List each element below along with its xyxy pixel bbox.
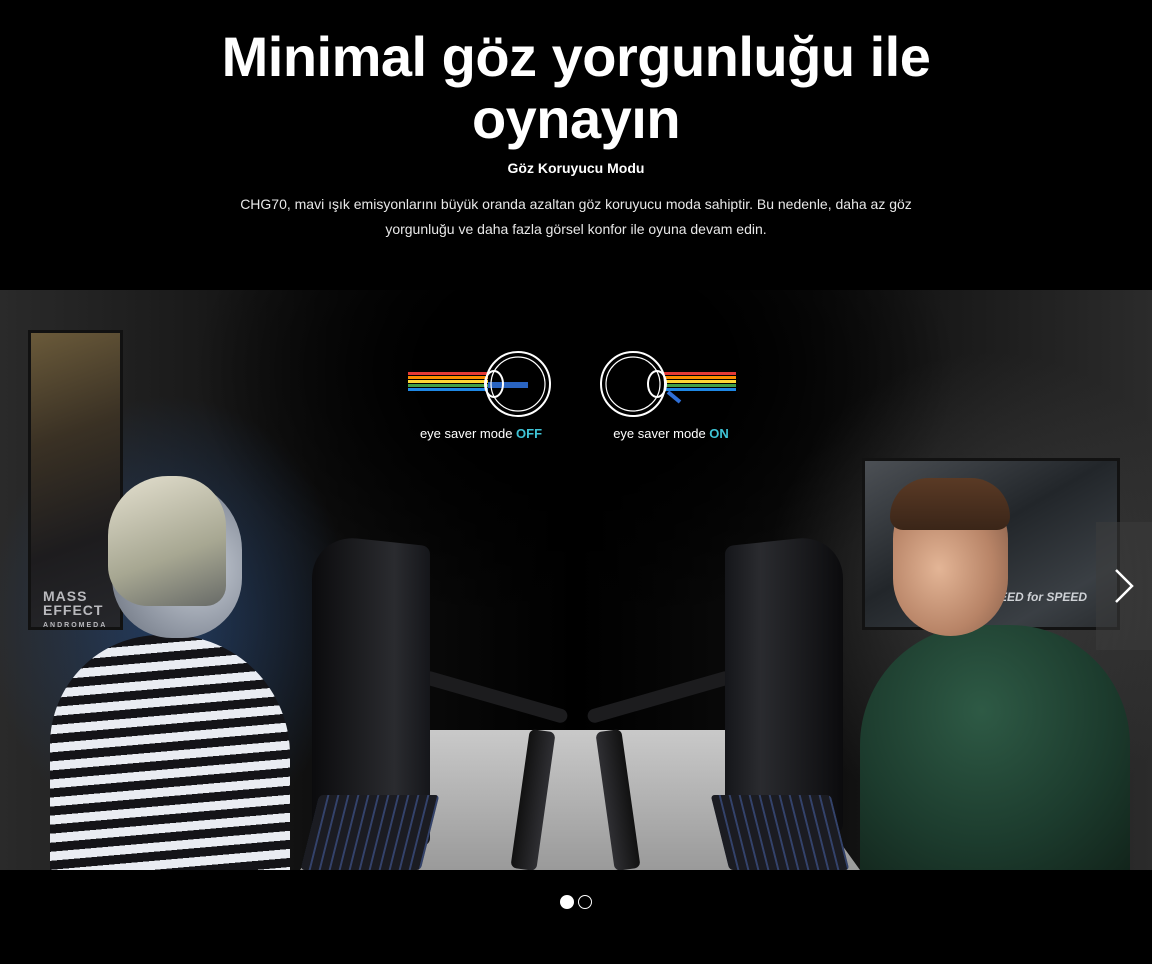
poster-left-label: MASS EFFECT (43, 588, 104, 618)
hero-image: MASS EFFECT ANDROMEDA NEED for SPEED (0, 290, 1152, 870)
eye-saver-on-diagram: eye saver mode ON (596, 348, 746, 448)
eye-saver-on-prefix: eye saver mode (613, 426, 710, 441)
eye-saver-on-label: eye saver mode ON (596, 426, 746, 441)
headline-line-2: oynayın (471, 87, 681, 150)
monitor-arm-left (420, 669, 570, 725)
product-feature-section: Minimal göz yorgunluğu ile oynayın Göz K… (0, 0, 1152, 964)
man-hair (890, 478, 1010, 530)
keyboard-right (710, 795, 850, 870)
page-headline: Minimal göz yorgunluğu ile oynayın (0, 26, 1152, 150)
feature-subtitle: Göz Koruyucu Modu (507, 160, 645, 176)
eye-saver-off-state: OFF (516, 426, 543, 441)
poster-left-subtitle: ANDROMEDA (43, 622, 108, 629)
feature-description: CHG70, mavi ışık emisyonlarını büyük ora… (240, 196, 912, 237)
carousel-dot-2[interactable] (578, 895, 592, 909)
woman-figure (50, 635, 290, 870)
monitor-arm-right (585, 669, 735, 725)
poster-left: MASS EFFECT ANDROMEDA (28, 330, 123, 630)
poster-left-title: MASS EFFECT ANDROMEDA (43, 589, 120, 633)
headline-line-1: Minimal göz yorgunluğu ile (221, 25, 931, 88)
eye-on-icon (600, 351, 736, 417)
chevron-right-icon (1115, 569, 1134, 603)
eye-saver-on-state: ON (709, 426, 729, 441)
eye-saver-off-label: eye saver mode OFF (406, 426, 556, 441)
keyboard-left (300, 795, 440, 870)
carousel-pagination (0, 895, 1152, 911)
eye-saver-off-diagram: eye saver mode OFF (406, 348, 556, 448)
carousel-next-button[interactable] (1096, 522, 1152, 650)
man-figure (860, 625, 1130, 870)
eye-off-icon (408, 351, 551, 417)
woman-hair (108, 476, 226, 606)
eye-saver-off-prefix: eye saver mode (419, 426, 517, 441)
carousel-dot-1[interactable] (560, 895, 574, 909)
